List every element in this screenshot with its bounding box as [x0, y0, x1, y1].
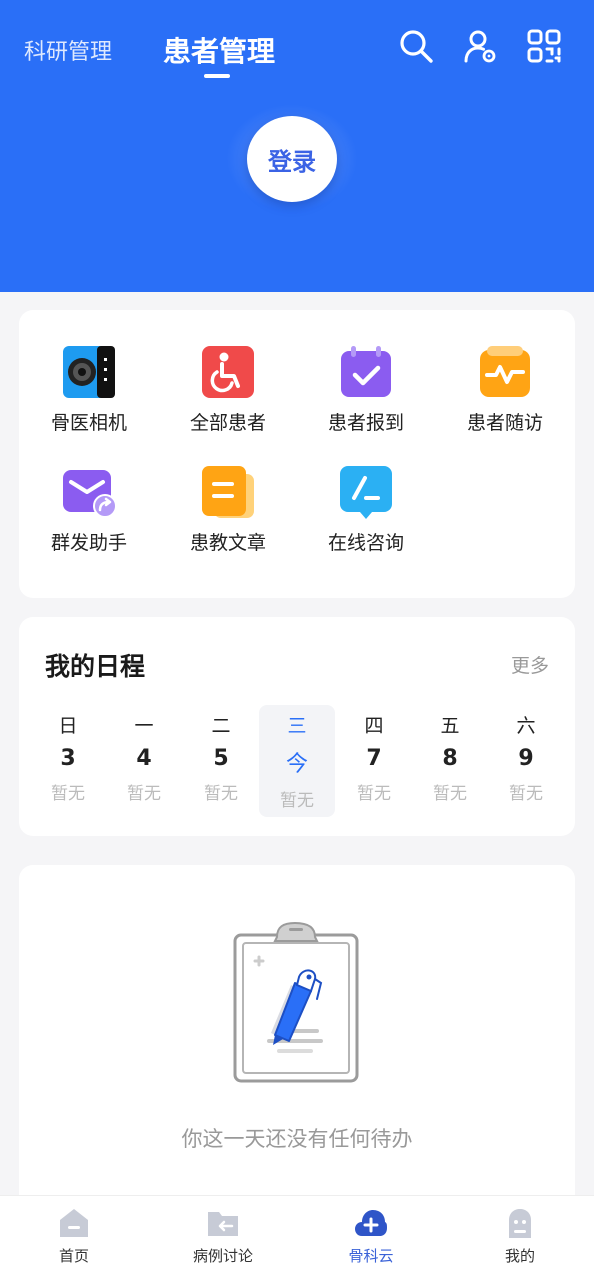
bottom-tab-bar: 首页 病例讨论 骨科云 我的: [0, 1195, 594, 1280]
day-date: 今: [285, 752, 308, 777]
tool-mass-message[interactable]: 群发助手: [19, 464, 159, 555]
tool-label: 群发助手: [50, 532, 127, 554]
tool-label: 在线咨询: [327, 532, 404, 554]
day-wednesday-today[interactable]: 三 今 暂无: [259, 705, 335, 817]
tab-mine[interactable]: 我的: [460, 1206, 580, 1266]
day-weekday: 三: [287, 715, 307, 737]
tool-follow-up[interactable]: 患者随访: [435, 344, 575, 435]
day-weekday: 四: [364, 715, 384, 737]
day-status: 暂无: [357, 784, 391, 804]
chat-icon: [340, 466, 392, 519]
schedule-more-link[interactable]: 更多: [511, 651, 549, 678]
tool-education[interactable]: 患教文章: [158, 464, 298, 555]
day-status: 暂无: [204, 784, 238, 804]
tools-card: 骨医相机 全部患者 患者报到 患者随访 群发助手 患教文章 在线咨询: [19, 310, 575, 598]
tab-home[interactable]: 首页: [14, 1206, 134, 1266]
search-icon[interactable]: [398, 28, 434, 64]
tab-label: 骨科云: [348, 1247, 394, 1265]
tool-label: 全部患者: [189, 412, 266, 434]
header: 科研管理 患者管理 登录: [0, 0, 594, 292]
user-settings-icon[interactable]: [462, 28, 498, 64]
tab-research[interactable]: 科研管理: [24, 34, 112, 66]
login-button[interactable]: 登录: [247, 116, 337, 202]
home-icon: [60, 1209, 88, 1237]
day-sunday[interactable]: 日 3 暂无: [30, 705, 106, 817]
heartbeat-icon: [480, 346, 530, 397]
day-date: 8: [442, 746, 458, 771]
day-weekday: 六: [516, 715, 536, 737]
calendar-check-icon: [341, 346, 391, 397]
day-thursday[interactable]: 四 7 暂无: [336, 705, 412, 817]
tab-label: 病例讨论: [192, 1247, 253, 1265]
tab-underline: [204, 74, 230, 78]
day-weekday: 一: [134, 715, 154, 737]
tab-ortho-cloud[interactable]: 骨科云: [311, 1206, 431, 1266]
day-date: 3: [60, 746, 76, 771]
day-weekday: 二: [211, 715, 231, 737]
qr-code-icon[interactable]: [526, 28, 562, 64]
day-status: 暂无: [433, 784, 467, 804]
day-date: 9: [518, 746, 534, 771]
todo-empty-card: 你这一天还没有任何待办: [19, 865, 575, 1225]
day-status: 暂无: [509, 784, 543, 804]
tool-check-in[interactable]: 患者报到: [296, 344, 436, 435]
tool-consult[interactable]: 在线咨询: [296, 464, 436, 555]
schedule-card: 我的日程 更多 日 3 暂无 一 4 暂无 二 5 暂无 三 今 暂无 四 7 …: [19, 617, 575, 836]
cloud-icon: [355, 1210, 387, 1236]
day-date: 5: [213, 746, 229, 771]
day-monday[interactable]: 一 4 暂无: [106, 705, 182, 817]
folder-icon: [208, 1212, 238, 1236]
wheelchair-icon: [202, 346, 254, 398]
day-weekday: 五: [440, 715, 460, 737]
schedule-title: 我的日程: [45, 652, 146, 681]
profile-icon: [509, 1209, 531, 1238]
day-saturday[interactable]: 六 9 暂无: [488, 705, 564, 817]
tab-case-discussion[interactable]: 病例讨论: [163, 1206, 283, 1266]
day-weekday: 日: [58, 715, 78, 737]
camera-icon: [63, 346, 115, 398]
tab-label: 我的: [504, 1247, 535, 1265]
day-status: 暂无: [51, 784, 85, 804]
tool-label: 骨医相机: [50, 412, 127, 434]
day-friday[interactable]: 五 8 暂无: [412, 705, 488, 817]
tool-label: 患者报到: [327, 412, 404, 434]
day-tuesday[interactable]: 二 5 暂无: [183, 705, 259, 817]
day-status: 暂无: [280, 791, 314, 811]
tool-label: 患者随访: [466, 412, 543, 434]
mail-share-icon: [63, 470, 117, 518]
clipboard-pen-icon: [233, 921, 359, 1083]
day-date: 4: [136, 746, 152, 771]
tab-label: 首页: [58, 1247, 89, 1265]
tool-all-patients[interactable]: 全部患者: [158, 344, 298, 435]
empty-state-text: 你这一天还没有任何待办: [181, 1127, 413, 1151]
article-icon: [202, 466, 254, 518]
tab-patients[interactable]: 患者管理: [163, 30, 275, 70]
day-date: 7: [366, 746, 382, 771]
tool-label: 患教文章: [189, 532, 266, 554]
tool-camera[interactable]: 骨医相机: [19, 344, 159, 435]
day-status: 暂无: [127, 784, 161, 804]
